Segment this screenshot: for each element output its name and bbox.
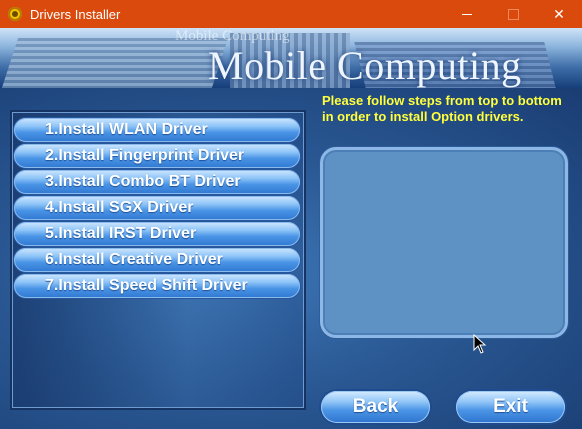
close-icon: ✕: [553, 5, 565, 22]
window-title: Drivers Installer: [30, 6, 121, 22]
minimize-icon: [462, 13, 472, 15]
exit-button[interactable]: Exit: [456, 391, 565, 423]
maximize-button: [490, 0, 536, 28]
title-bar[interactable]: Drivers Installer ✕: [0, 0, 582, 28]
header-banner: Mobile Computing Mobile Computing: [0, 28, 582, 88]
install-combo-bt-driver-button[interactable]: 3.Install Combo BT Driver: [14, 170, 300, 194]
install-creative-driver-button[interactable]: 6.Install Creative Driver: [14, 248, 300, 272]
install-wlan-driver-button[interactable]: 1.Install WLAN Driver: [14, 118, 300, 142]
install-irst-driver-button[interactable]: 5.Install IRST Driver: [14, 222, 300, 246]
install-speed-shift-driver-button[interactable]: 7.Install Speed Shift Driver: [14, 274, 300, 298]
installer-disc-icon: [8, 7, 22, 21]
description-box: [320, 147, 568, 338]
install-fingerprint-driver-button[interactable]: 2.Install Fingerprint Driver: [14, 144, 300, 168]
banner-building: [1, 38, 229, 88]
install-sgx-driver-button[interactable]: 4.Install SGX Driver: [14, 196, 300, 220]
close-button[interactable]: ✕: [536, 0, 582, 28]
main-area: 1.Install WLAN Driver 2.Install Fingerpr…: [0, 88, 582, 429]
instructions-text: Please follow steps from top to bottom i…: [322, 93, 562, 124]
maximize-icon: [507, 8, 519, 20]
drivers-installer-window: Drivers Installer ✕ Mobile Computing Mob…: [0, 0, 582, 429]
banner-brand-text: Mobile Computing: [208, 43, 522, 88]
minimize-button[interactable]: [444, 0, 490, 28]
back-button[interactable]: Back: [321, 391, 430, 423]
